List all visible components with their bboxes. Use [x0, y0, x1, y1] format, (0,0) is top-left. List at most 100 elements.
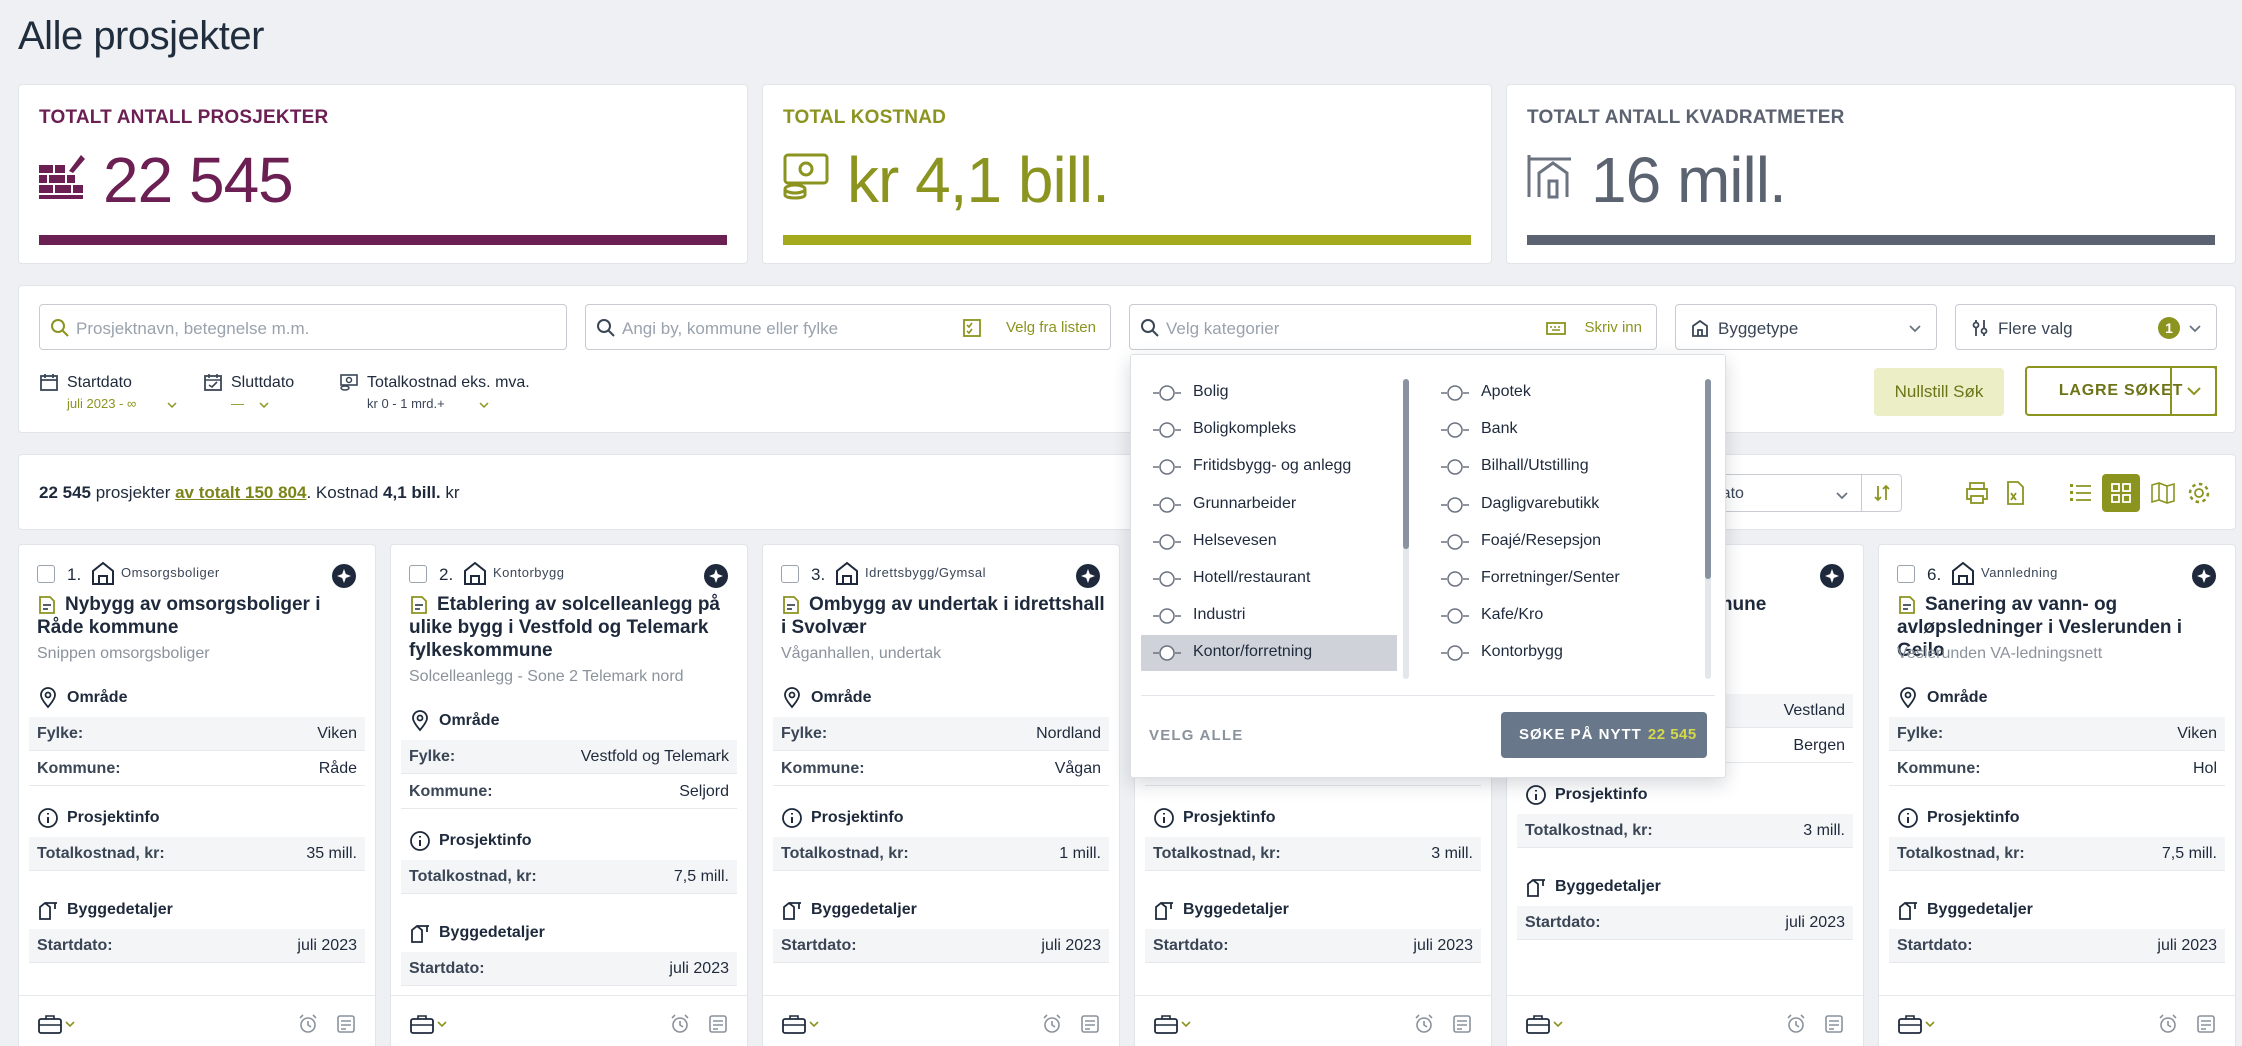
- category-option[interactable]: Industri: [1141, 598, 1397, 634]
- category-option[interactable]: Kontorbygg: [1429, 635, 1689, 671]
- briefcase-icon[interactable]: [1897, 1013, 1937, 1035]
- start-date-filter[interactable]: Startdato juli 2023 - ∞: [39, 372, 179, 416]
- buildtype-select[interactable]: Byggetype: [1675, 304, 1937, 350]
- gym-icon: [836, 561, 858, 585]
- briefcase-icon[interactable]: [1153, 1013, 1193, 1035]
- category-option[interactable]: Bank: [1429, 412, 1689, 448]
- note-icon[interactable]: [1451, 1013, 1473, 1035]
- radio-icon: [1153, 496, 1181, 513]
- category-option-label: Fritidsbygg- og anlegg: [1193, 457, 1352, 475]
- category-option[interactable]: Hotell/restaurant: [1141, 561, 1397, 597]
- category-search-input[interactable]: Velg kategorier Skriv inn: [1129, 304, 1657, 350]
- scrollbar-left[interactable]: [1403, 379, 1409, 549]
- project-card[interactable]: 1. Omsorgsboliger Nybygg av omsorgsboliger…: [18, 544, 376, 1046]
- alarm-clock-icon[interactable]: [1785, 1013, 1807, 1035]
- build-section: Byggedetaljer: [1525, 878, 1661, 897]
- info-icon: [1526, 785, 1546, 805]
- category-option[interactable]: Helsevesen: [1141, 524, 1397, 560]
- select-checkbox[interactable]: [781, 565, 799, 583]
- category-option[interactable]: Forretninger/Senter: [1429, 561, 1689, 597]
- select-checkbox[interactable]: [1897, 565, 1915, 583]
- more-options-select[interactable]: Flere valg 1: [1955, 304, 2217, 350]
- note-icon[interactable]: [2195, 1013, 2217, 1035]
- location-search-input[interactable]: Angi by, kommune eller fylke Velg fra li…: [585, 304, 1111, 350]
- category-type-button[interactable]: Skriv inn: [1584, 319, 1642, 336]
- grid-view-button[interactable]: [2102, 474, 2140, 512]
- project-category: Idrettsbygg/Gymsal: [865, 565, 986, 580]
- note-icon[interactable]: [1823, 1013, 1845, 1035]
- alarm-clock-icon[interactable]: [1413, 1013, 1435, 1035]
- category-option[interactable]: Kafe/Kro: [1429, 598, 1689, 634]
- note-icon[interactable]: [1079, 1013, 1101, 1035]
- end-date-filter[interactable]: Sluttdato —: [203, 372, 323, 416]
- print-icon[interactable]: [1962, 478, 1992, 508]
- alarm-clock-icon[interactable]: [669, 1013, 691, 1035]
- category-option[interactable]: Fritidsbygg- og anlegg: [1141, 449, 1397, 485]
- project-card[interactable]: 3. Idrettsbygg/Gymsal Ombygg av undertak i…: [762, 544, 1120, 1046]
- sliders-icon: [1972, 320, 1988, 336]
- category-option-label: Bolig: [1193, 383, 1229, 400]
- project-title[interactable]: Ombygg av undertak i idrettshall i Svolv…: [781, 593, 1105, 639]
- category-option-label: Bilhall/Utstilling: [1481, 457, 1589, 475]
- follow-project-icon[interactable]: [1075, 563, 1101, 589]
- settings-gear-icon[interactable]: [2184, 478, 2214, 508]
- sort-direction-button[interactable]: [1862, 474, 1902, 512]
- follow-project-icon[interactable]: [331, 563, 357, 589]
- radio-icon: [1153, 645, 1181, 662]
- build-section: Byggedetaljer: [37, 901, 173, 920]
- category-option[interactable]: Foajé/Resepsjon: [1429, 524, 1689, 560]
- radio-icon: [1441, 608, 1469, 624]
- start-date-value: juli 2023 - ∞: [67, 396, 137, 411]
- select-checkbox[interactable]: [409, 565, 427, 583]
- chevron-down-icon: [2189, 325, 2201, 333]
- category-option[interactable]: Dagligvarebutikk: [1429, 487, 1689, 523]
- crane-building-icon: [1899, 901, 1917, 920]
- scrollbar-right[interactable]: [1705, 379, 1711, 579]
- card-divider: [1879, 995, 2235, 996]
- project-title[interactable]: Nybygg av omsorgsboliger i Råde kommune: [37, 593, 361, 639]
- follow-project-icon[interactable]: [2191, 563, 2217, 589]
- chevron-down-icon: [1909, 325, 1921, 333]
- category-option[interactable]: Bolig: [1141, 375, 1397, 411]
- total-projects-link[interactable]: av totalt 150 804: [175, 483, 306, 502]
- keyboard-icon: [1546, 322, 1566, 335]
- project-title[interactable]: Etablering av solcelleanlegg på ulike by…: [409, 593, 733, 662]
- cost-filter[interactable]: Totalkostnad eks. mva. kr 0 - 1 mrd.+: [339, 372, 559, 416]
- note-icon[interactable]: [335, 1013, 357, 1035]
- map-view-icon[interactable]: [2148, 478, 2178, 508]
- radio-icon: [1441, 534, 1469, 550]
- category-option[interactable]: Bilhall/Utstilling: [1429, 449, 1689, 485]
- project-search-input[interactable]: Prosjektnavn, betegnelse m.m.: [39, 304, 567, 350]
- briefcase-icon[interactable]: [781, 1013, 821, 1035]
- office-building-icon: [464, 561, 486, 585]
- category-option[interactable]: Boligkompleks: [1141, 412, 1397, 448]
- briefcase-icon[interactable]: [37, 1013, 77, 1035]
- list-view-icon[interactable]: [2066, 478, 2096, 508]
- project-subtitle: Våganhallen, undertak: [781, 645, 942, 662]
- follow-project-icon[interactable]: [703, 563, 729, 589]
- reset-search-button[interactable]: Nullstill Søk: [1874, 368, 2004, 416]
- project-card[interactable]: 6. Vannledning Sanering av vann- og avløps…: [1878, 544, 2236, 1046]
- select-checkbox[interactable]: [37, 565, 55, 583]
- project-card[interactable]: 2. Kontorbygg Etablering av solcelleanlegg…: [390, 544, 748, 1046]
- stat-card-area: TOTALT ANTALL KVADRATMETER 16 mill.: [1506, 84, 2236, 264]
- radio-icon: [1441, 645, 1469, 662]
- follow-project-icon[interactable]: [1819, 563, 1845, 589]
- select-all-button[interactable]: VELG ALLE: [1149, 727, 1243, 744]
- category-option[interactable]: Kontor/forretning: [1141, 635, 1397, 672]
- build-section: Byggedetaljer: [781, 901, 917, 920]
- briefcase-icon[interactable]: [1525, 1013, 1565, 1035]
- category-option[interactable]: Grunnarbeider: [1141, 487, 1397, 523]
- alarm-clock-icon[interactable]: [1041, 1013, 1063, 1035]
- note-icon[interactable]: [707, 1013, 729, 1035]
- end-date-label: Sluttdato: [231, 374, 295, 391]
- location-list-button[interactable]: Velg fra listen: [1006, 319, 1096, 336]
- search-again-button[interactable]: SØKE PÅ NYTT 22 545: [1501, 712, 1707, 758]
- alarm-clock-icon[interactable]: [297, 1013, 319, 1035]
- excel-export-icon[interactable]: [2000, 478, 2030, 508]
- briefcase-icon[interactable]: [409, 1013, 449, 1035]
- category-option[interactable]: Apotek: [1429, 375, 1689, 411]
- save-search-dropdown-button[interactable]: [2170, 366, 2217, 416]
- municipality-row: Kommune: Vågan: [773, 752, 1109, 786]
- alarm-clock-icon[interactable]: [2157, 1013, 2179, 1035]
